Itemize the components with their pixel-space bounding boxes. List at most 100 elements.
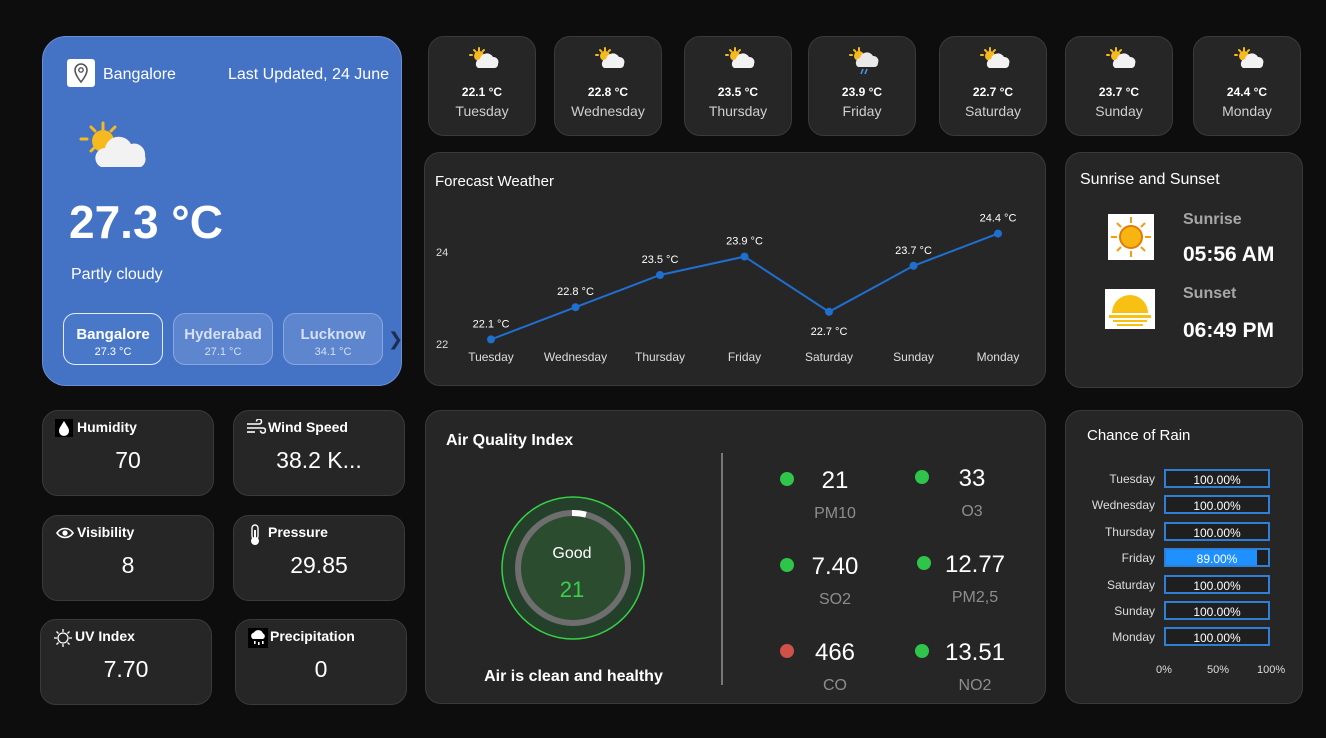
aqi-divider [721, 453, 723, 685]
partly-cloudy-icon [1234, 47, 1264, 76]
forecast-title: Forecast Weather [435, 173, 554, 190]
partly-cloudy-icon [725, 47, 755, 76]
x-tick-label: Monday [977, 350, 1020, 364]
data-point[interactable] [740, 252, 749, 261]
city-button-temp: 27.1 °C [204, 346, 242, 358]
wind-speed-card: Wind Speed 38.2 K... [233, 410, 405, 496]
data-label: 23.5 °C [642, 254, 679, 266]
current-condition: Partly cloudy [71, 266, 163, 283]
aqi-value: 21 [559, 577, 585, 602]
uv-icon [53, 628, 72, 647]
pollutant-value: 21 [821, 467, 849, 494]
day-forecast-card[interactable]: 23.7 °C Sunday [1065, 36, 1173, 136]
rain-icon [849, 47, 879, 80]
rain-axis-label: 0% [1156, 664, 1172, 676]
data-label: 22.8 °C [557, 286, 594, 298]
sunset-icon [1105, 289, 1155, 329]
data-point[interactable] [656, 271, 664, 279]
pollutant-value: 7.40 [811, 553, 859, 580]
rain-day-label: Monday [1112, 630, 1155, 645]
air-quality-card: Air Quality Index Good 21 Air is clean a… [425, 410, 1046, 704]
x-tick-label: Sunday [893, 350, 934, 364]
rain-bar: 100.00% [1164, 627, 1270, 647]
x-tick-label: Thursday [635, 350, 685, 364]
data-point[interactable] [994, 229, 1002, 238]
x-tick-label: Tuesday [468, 350, 514, 364]
rain-bar: 89.00% [1164, 548, 1270, 568]
sunrise-sunset-card: Sunrise and Sunset Sunrise 05:56 AM Suns… [1065, 152, 1303, 388]
pollutant-name: PM2,5 [951, 589, 999, 606]
day-forecast-card[interactable]: 23.5 °C Thursday [684, 36, 792, 136]
x-tick-label: Friday [728, 350, 761, 364]
data-label: 22.7 °C [811, 326, 848, 338]
day-temp: 23.5 °C [717, 85, 759, 99]
partly-cloudy-icon [469, 47, 499, 76]
data-point[interactable] [487, 335, 495, 344]
humidity-icon [55, 419, 73, 437]
day-forecast-card[interactable]: 22.8 °C Wednesday [554, 36, 662, 136]
pollutant-value: 13.51 [944, 639, 1006, 666]
visibility-card: Visibility 8 [42, 515, 214, 601]
city-button-bangalore[interactable]: Bangalore 27.3 °C [63, 313, 163, 365]
rain-bar: 100.00% [1164, 495, 1270, 515]
pressure-value: 29.85 [290, 552, 348, 578]
day-temp: 22.7 °C [972, 85, 1014, 99]
partly-cloudy-icon [595, 47, 625, 76]
partly-cloudy-icon [79, 119, 151, 180]
data-label: 23.9 °C [726, 236, 763, 248]
partly-cloudy-icon [1106, 47, 1136, 76]
uv-index-card: UV Index 7.70 [40, 619, 212, 705]
city-button-lucknow[interactable]: Lucknow 34.1 °C [283, 313, 383, 365]
rain-bar-value: 100.00% [1193, 473, 1241, 487]
day-forecast-card[interactable]: 23.9 °C Friday [808, 36, 916, 136]
metric-label: Humidity [77, 419, 137, 435]
pollutant-name: SO2 [818, 591, 851, 608]
data-label: 24.4 °C [980, 213, 1017, 225]
humidity-card: Humidity 70 [42, 410, 214, 496]
location-pin-icon [67, 59, 95, 87]
rain-day-label: Tuesday [1109, 472, 1155, 486]
sunrise-time: 05:56 AM [1183, 243, 1275, 266]
rain-day-label: Wednesday [1091, 498, 1155, 513]
rain-bar: 100.00% [1164, 574, 1270, 594]
x-tick-label: Saturday [805, 350, 853, 364]
aqi-description: Air is clean and healthy [484, 668, 663, 685]
precipitation-icon [248, 628, 268, 648]
sunrise-icon [1108, 214, 1154, 260]
metric-label: Wind Speed [268, 419, 348, 435]
y-tick-label: 22 [436, 339, 448, 351]
aqi-gauge [501, 496, 645, 640]
rain-axis-label: 100% [1257, 664, 1286, 676]
day-forecast-card[interactable]: 22.1 °C Tuesday [428, 36, 536, 136]
city-button-hyderabad[interactable]: Hyderabad 27.1 °C [173, 313, 273, 365]
eye-icon [55, 524, 74, 542]
data-point[interactable] [825, 307, 833, 316]
sun-card-title: Sunrise and Sunset [1080, 171, 1220, 188]
current-city-name: Bangalore [103, 66, 176, 83]
pollutant-name: NO2 [958, 677, 992, 694]
day-name: Sunday [1095, 103, 1143, 119]
day-forecast-card[interactable]: 24.4 °C Monday [1193, 36, 1301, 136]
pollutant-value: 33 [958, 465, 986, 492]
day-forecast-card[interactable]: 22.7 °C Saturday [939, 36, 1047, 136]
day-temp: 24.4 °C [1226, 85, 1268, 99]
pollutant-value: 12.77 [944, 551, 1006, 578]
rain-bar-value: 100.00% [1193, 525, 1241, 540]
partly-cloudy-icon [980, 47, 1010, 76]
metric-label: Visibility [77, 524, 135, 540]
pollutant-name: PM10 [814, 505, 856, 522]
precipitation-card: Precipitation 0 [235, 619, 407, 705]
day-temp: 22.8 °C [587, 85, 629, 99]
rain-bar: 100.00% [1164, 469, 1270, 488]
data-point[interactable] [571, 303, 580, 312]
data-point[interactable] [909, 261, 918, 270]
day-name: Tuesday [455, 103, 509, 119]
rain-day-label: Sunday [1114, 604, 1155, 618]
x-tick-label: Wednesday [544, 350, 607, 364]
rain-bar: 100.00% [1164, 521, 1270, 541]
rain-bar-value: 100.00% [1193, 605, 1241, 619]
sunrise-label: Sunrise [1183, 211, 1242, 228]
day-temp: 23.9 °C [841, 85, 883, 99]
thermometer-icon [246, 524, 264, 545]
chevron-right-icon[interactable]: ❯ [388, 329, 403, 350]
